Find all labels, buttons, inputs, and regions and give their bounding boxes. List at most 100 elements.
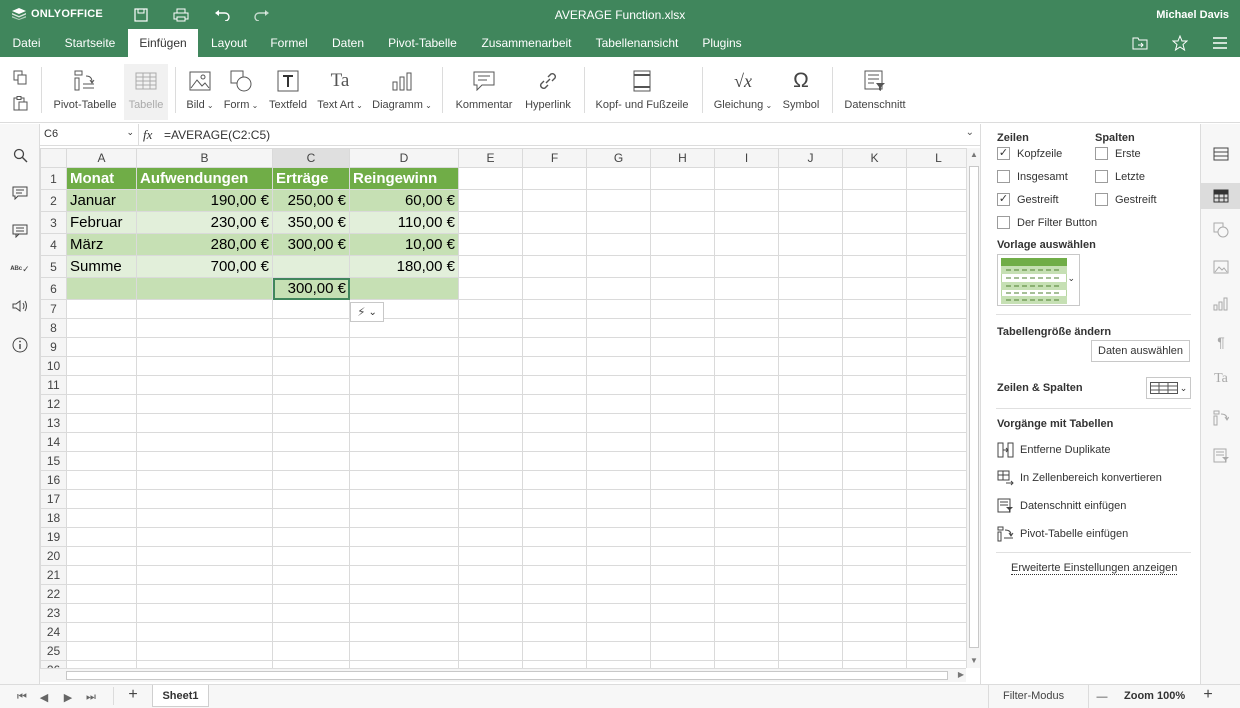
cell[interactable] (349, 584, 459, 604)
slicer-settings-icon[interactable] (1212, 447, 1230, 465)
cell[interactable] (778, 167, 843, 190)
cell[interactable] (842, 489, 907, 509)
row-header[interactable]: 15 (40, 451, 67, 471)
cell[interactable] (842, 565, 907, 585)
cell[interactable] (714, 660, 779, 668)
cell[interactable] (714, 356, 779, 376)
cell[interactable] (650, 211, 715, 234)
cell[interactable] (586, 489, 651, 509)
tab-datei[interactable]: Datei (0, 29, 53, 57)
row-header[interactable]: 23 (40, 603, 67, 623)
table-cell[interactable] (66, 277, 137, 300)
cell[interactable] (458, 299, 523, 319)
cell[interactable] (842, 527, 907, 547)
cell[interactable] (906, 356, 971, 376)
cell[interactable] (66, 527, 137, 547)
cell[interactable] (842, 603, 907, 623)
row-header[interactable]: 21 (40, 565, 67, 585)
cell[interactable] (349, 337, 459, 357)
cell[interactable] (714, 211, 779, 234)
cell[interactable] (458, 641, 523, 661)
table-cell[interactable]: 250,00 € (272, 189, 350, 212)
cell[interactable] (522, 432, 587, 452)
checkbox-banded-rows[interactable]: ✓ Gestreift (997, 193, 1059, 206)
cell[interactable] (714, 470, 779, 490)
scroll-down-icon[interactable]: ▼ (969, 656, 979, 666)
cell[interactable] (522, 641, 587, 661)
cell[interactable] (522, 565, 587, 585)
column-header-c[interactable]: C (272, 148, 350, 168)
cell[interactable] (650, 565, 715, 585)
cell[interactable] (458, 318, 523, 338)
cell[interactable] (136, 337, 273, 357)
table-settings-icon[interactable] (1201, 183, 1240, 209)
column-header-g[interactable]: G (586, 148, 651, 168)
cell[interactable] (714, 299, 779, 319)
row-header[interactable]: 2 (40, 189, 67, 212)
cell[interactable] (714, 318, 779, 338)
cell[interactable] (842, 337, 907, 357)
zoom-out-icon[interactable]: — (1094, 689, 1110, 705)
cell-settings-icon[interactable] (1212, 145, 1230, 163)
row-header[interactable]: 6 (40, 277, 67, 300)
cell[interactable] (136, 641, 273, 661)
cell[interactable] (842, 167, 907, 190)
cell[interactable] (714, 167, 779, 190)
cell[interactable] (522, 451, 587, 471)
cell[interactable] (522, 603, 587, 623)
cell[interactable] (136, 375, 273, 395)
cell[interactable] (66, 641, 137, 661)
cell[interactable] (66, 622, 137, 642)
comment-button[interactable]: Kommentar (454, 67, 514, 117)
cell[interactable] (842, 451, 907, 471)
cell[interactable] (272, 584, 350, 604)
active-cell-c6[interactable]: 300,00 € (272, 277, 350, 300)
cell[interactable] (522, 584, 587, 604)
table-header-cell[interactable]: Monat (66, 167, 137, 190)
cell[interactable] (650, 508, 715, 528)
cell[interactable] (714, 189, 779, 212)
cell[interactable] (842, 470, 907, 490)
cell[interactable] (842, 432, 907, 452)
cell[interactable] (66, 432, 137, 452)
select-data-button[interactable]: Daten auswählen (1091, 340, 1190, 362)
table-header-cell[interactable]: Erträge (272, 167, 350, 190)
feedback-speaker-icon[interactable] (11, 297, 29, 315)
cell[interactable] (650, 413, 715, 433)
cell[interactable] (842, 255, 907, 278)
cell[interactable] (458, 255, 523, 278)
tab-einfuegen[interactable]: Einfügen (128, 29, 198, 57)
table-header-cell[interactable]: Aufwendungen (136, 167, 273, 190)
cell[interactable] (272, 451, 350, 471)
cell[interactable] (650, 622, 715, 642)
cell[interactable] (586, 167, 651, 190)
cell[interactable] (906, 660, 971, 668)
cell[interactable] (586, 603, 651, 623)
cell[interactable] (586, 277, 651, 300)
cell[interactable] (458, 508, 523, 528)
cell[interactable] (522, 489, 587, 509)
textbox-button[interactable]: Textfeld (266, 67, 310, 117)
cell[interactable] (842, 189, 907, 212)
cell[interactable] (136, 489, 273, 509)
shape-settings-icon[interactable] (1212, 221, 1230, 239)
cell[interactable] (714, 277, 779, 300)
column-header-a[interactable]: A (66, 148, 137, 168)
column-header-f[interactable]: F (522, 148, 587, 168)
cell[interactable] (522, 233, 587, 256)
cell[interactable] (66, 603, 137, 623)
cell[interactable] (458, 584, 523, 604)
cell[interactable] (66, 470, 137, 490)
cell[interactable] (714, 337, 779, 357)
cell[interactable] (272, 375, 350, 395)
cell[interactable] (458, 394, 523, 414)
horizontal-scroll-thumb[interactable] (66, 671, 948, 680)
cell[interactable] (586, 211, 651, 234)
about-info-icon[interactable] (11, 336, 29, 354)
cells-table[interactable]: A B C D E F G H I J K L 1 Monat Aufwendu… (40, 148, 971, 668)
cell[interactable] (272, 527, 350, 547)
row-header[interactable]: 14 (40, 432, 67, 452)
cell[interactable] (522, 546, 587, 566)
cell[interactable] (842, 356, 907, 376)
cell[interactable] (906, 508, 971, 528)
